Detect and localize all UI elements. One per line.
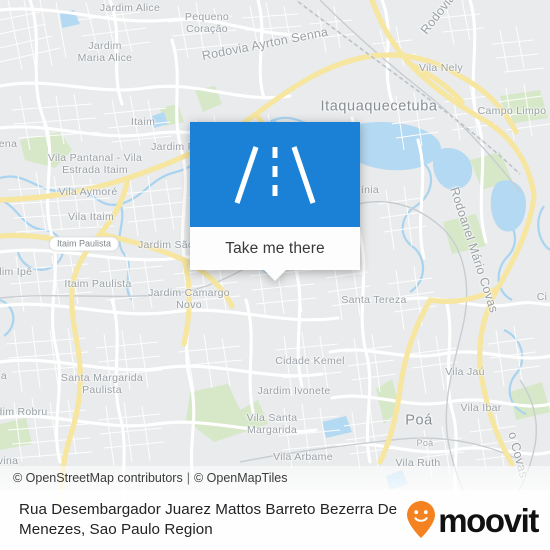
take-me-there-popup[interactable]: Take me there — [190, 122, 360, 281]
popup-image-header — [190, 122, 360, 227]
road-icon — [234, 145, 316, 204]
location-title: Rua Desembargador Juarez Mattos Barreto … — [19, 501, 398, 538]
map-screenshot: Jardim Alice Pequeno Coração Rodovia Ayrto… — [0, 0, 550, 550]
footer-bar: Rua Desembargador Juarez Mattos Barreto … — [0, 490, 550, 550]
moovit-pin-smiley-icon — [407, 501, 436, 538]
moovit-wordmark: moovit — [438, 501, 539, 539]
moovit-logo: moovit — [406, 500, 539, 540]
popup-action-label[interactable]: Take me there — [190, 227, 360, 281]
popup-tail — [264, 270, 286, 281]
popup-action-text: Take me there — [225, 239, 325, 257]
